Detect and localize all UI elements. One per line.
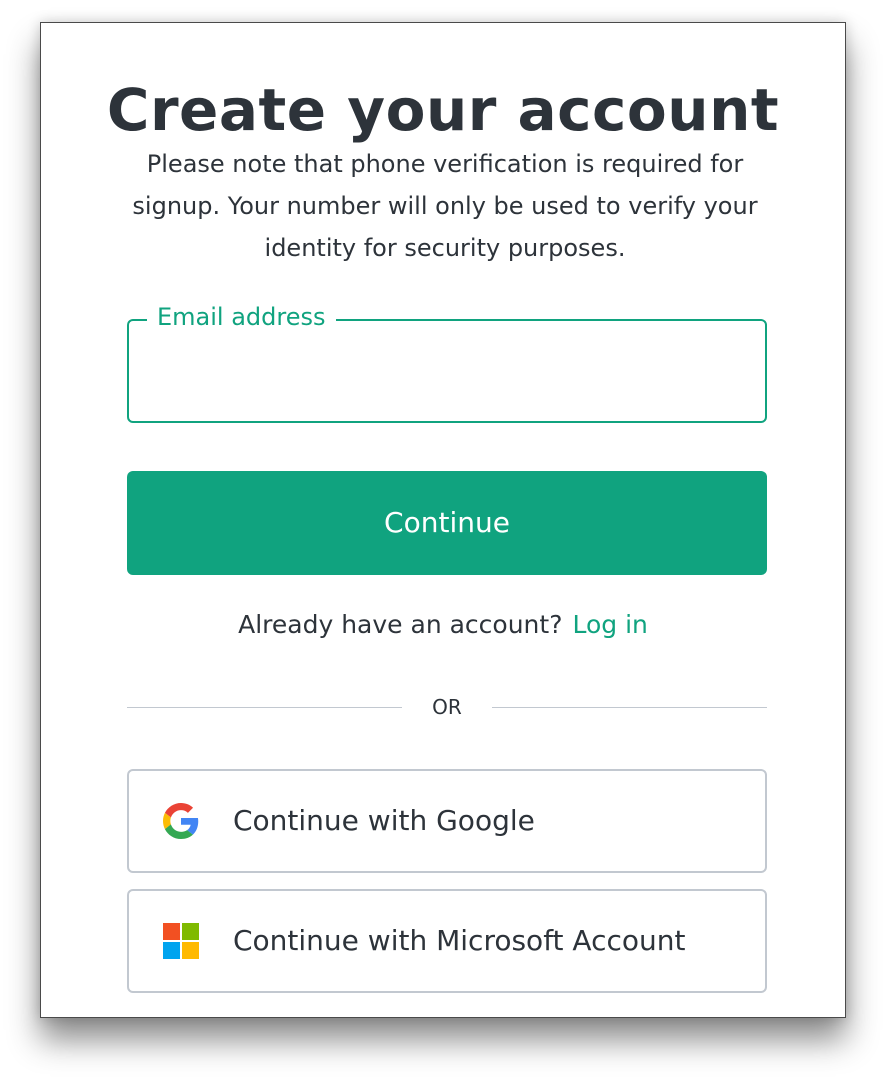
microsoft-icon — [163, 923, 199, 959]
signup-dialog: Create your account Please note that pho… — [40, 22, 846, 1018]
google-icon — [163, 803, 199, 839]
continue-button[interactable]: Continue — [127, 471, 767, 575]
email-field[interactable]: Email address — [127, 301, 767, 423]
page-title: Create your account — [106, 76, 780, 144]
email-field-label: Email address — [147, 301, 336, 333]
login-prompt-text: Already have an account? — [238, 610, 563, 639]
continue-with-google-button[interactable]: Continue with Google — [127, 769, 767, 873]
email-input[interactable] — [143, 341, 751, 407]
continue-with-microsoft-button[interactable]: Continue with Microsoft Account — [127, 889, 767, 993]
login-prompt-row: Already have an account? Log in — [41, 607, 845, 643]
login-link[interactable]: Log in — [572, 610, 647, 639]
signup-notice: Please note that phone verification is r… — [132, 150, 758, 262]
google-button-label: Continue with Google — [233, 804, 535, 837]
or-divider: OR — [127, 691, 767, 723]
divider-line-right — [492, 707, 767, 708]
microsoft-button-label: Continue with Microsoft Account — [233, 924, 686, 957]
